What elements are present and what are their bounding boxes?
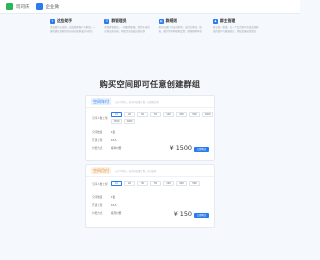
feature-title: 群主管理 xyxy=(219,18,236,23)
plan-tag: 空间月付 xyxy=(91,167,111,174)
capacity-option[interactable]: 50 xyxy=(150,112,161,117)
period-value: 按年付费 xyxy=(111,147,122,150)
capacity-option[interactable]: 1000 xyxy=(202,112,213,117)
period-label: 付费方式 xyxy=(92,212,103,215)
top-bar: 玩司庆 企业微 xyxy=(0,0,300,14)
capacity-option[interactable]: 100 xyxy=(163,112,174,117)
capacity-option[interactable]: 20 xyxy=(124,112,135,117)
limit-row: 开通上限 10人 xyxy=(92,138,117,142)
feature-title: 群规则 xyxy=(165,18,178,23)
feature-item: ▤ 群规则 群内违规行为自动检测，支持关键词、链接、图片等多种规则设置，保障群聊… xyxy=(158,18,206,62)
period-label: 付费方式 xyxy=(92,147,103,150)
period-row: 付费方式 按月付费 xyxy=(92,211,121,215)
capacity-option[interactable]: 10 xyxy=(111,181,122,186)
capacity-option[interactable]: 1500 xyxy=(111,119,122,124)
feature-item: ♟ 群主管理 群主统一管理，在一个后台即可完成全部群组的维护与数据统计，轻松掌握… xyxy=(212,18,260,62)
feature-list: ✦ 这些助手 企业都可以使用，高效管理客户与群组，一键创建任意群组并自动分配群成… xyxy=(50,18,260,62)
capacity-option[interactable]: 200 xyxy=(176,112,187,117)
brand-logo-icon xyxy=(6,3,13,10)
limit-value: 10人 xyxy=(111,204,117,207)
count-row: 空间数量 1套 xyxy=(92,130,115,134)
buy-button[interactable]: 立即购买 xyxy=(194,147,209,152)
capacity-option[interactable]: 500 xyxy=(189,112,200,117)
capacity-row: 空间人数上限 10 20 30 50 100 200 500 1000 1500… xyxy=(92,112,216,124)
feature-desc: 群主统一管理，在一个后台即可完成全部群组的维护与数据统计，轻松掌握运营情况 xyxy=(212,26,259,33)
feature-title: 这些助手 xyxy=(57,18,73,23)
count-value: 1套 xyxy=(111,131,116,134)
enterprise-logo-icon xyxy=(35,3,43,10)
capacity-option[interactable]: 10 xyxy=(111,112,122,117)
plan-card-monthly: 空间月付 以月为单位，按空间容量计费，灵活使用 空间人数上限 10 20 30 … xyxy=(85,164,215,228)
capacity-option[interactable]: 20 xyxy=(124,181,135,186)
enterprise-name[interactable]: 企业微 xyxy=(46,4,60,10)
feature-desc: 企业都可以使用，高效管理客户与群组，一键创建任意群组并自动分配群成员与群主 xyxy=(50,26,96,33)
capacity-option[interactable]: 50 xyxy=(150,181,161,186)
period-row: 付费方式 按年付费 xyxy=(92,146,121,150)
capacity-option[interactable]: 30 xyxy=(137,181,148,186)
capacity-options: 10 20 30 50 100 200 500 1000 1500 2000 xyxy=(111,112,216,124)
capacity-options: 10 20 30 50 100 200 500 xyxy=(111,181,216,186)
count-row: 空间数量 1套 xyxy=(92,195,115,199)
plan-price: ¥ 150 xyxy=(173,210,192,218)
feature-item: ☰ 群管理员 新增群管理员，一键配置权限，提供丰富的社群运营功能，帮助企业高效运… xyxy=(104,18,151,62)
limit-value: 10人 xyxy=(111,139,117,142)
count-value: 1套 xyxy=(111,196,116,199)
brand-name[interactable]: 玩司庆 xyxy=(16,4,30,10)
capacity-label: 空间人数上限 xyxy=(92,117,108,120)
admin-icon: ☰ xyxy=(104,18,110,24)
plan-note: 以年为单位，按空间容量计费，长期更优惠 xyxy=(115,100,159,104)
limit-row: 开通上限 10人 xyxy=(92,203,117,207)
period-value: 按月付费 xyxy=(111,212,122,215)
owner-icon: ♟ xyxy=(212,18,218,24)
feature-title: 群管理员 xyxy=(111,18,127,23)
plan-card-yearly: 空间年付 以年为单位，按空间容量计费，长期更优惠 空间人数上限 10 20 30… xyxy=(85,95,215,161)
capacity-option[interactable]: 500 xyxy=(189,181,200,186)
capacity-option[interactable]: 2000 xyxy=(124,119,135,124)
plan-note: 以月为单位，按空间容量计费，灵活使用 xyxy=(115,169,157,173)
limit-label: 开通上限 xyxy=(92,139,103,142)
plan-card-header: 空间年付 以年为单位，按空间容量计费，长期更优惠 xyxy=(86,96,214,108)
rules-icon: ▤ xyxy=(158,18,164,24)
page-headline: 购买空间即可任意创建群组 xyxy=(99,79,201,89)
plan-price: ¥ 1500 xyxy=(169,144,192,152)
capacity-label: 空间人数上限 xyxy=(92,182,108,186)
feature-desc: 新增群管理员，一键配置权限，提供丰富的社群运营功能，帮助企业高效运营社群 xyxy=(104,26,150,33)
feature-item: ✦ 这些助手 企业都可以使用，高效管理客户与群组，一键创建任意群组并自动分配群成… xyxy=(50,18,97,62)
feature-desc: 群内违规行为自动检测，支持关键词、链接、图片等多种规则设置，保障群聊环境 xyxy=(158,26,202,33)
capacity-option[interactable]: 30 xyxy=(137,112,148,117)
count-label: 空间数量 xyxy=(92,196,103,199)
capacity-row: 空间人数上限 10 20 30 50 100 200 500 xyxy=(92,181,216,186)
limit-label: 开通上限 xyxy=(92,204,103,207)
plan-card-header: 空间月付 以月为单位，按空间容量计费，灵活使用 xyxy=(86,165,214,177)
buy-button[interactable]: 立即购买 xyxy=(194,213,209,218)
plan-tag: 空间年付 xyxy=(91,98,111,105)
capacity-option[interactable]: 100 xyxy=(163,181,174,186)
assistant-icon: ✦ xyxy=(50,18,55,24)
capacity-option[interactable]: 200 xyxy=(176,181,187,186)
count-label: 空间数量 xyxy=(92,131,103,134)
